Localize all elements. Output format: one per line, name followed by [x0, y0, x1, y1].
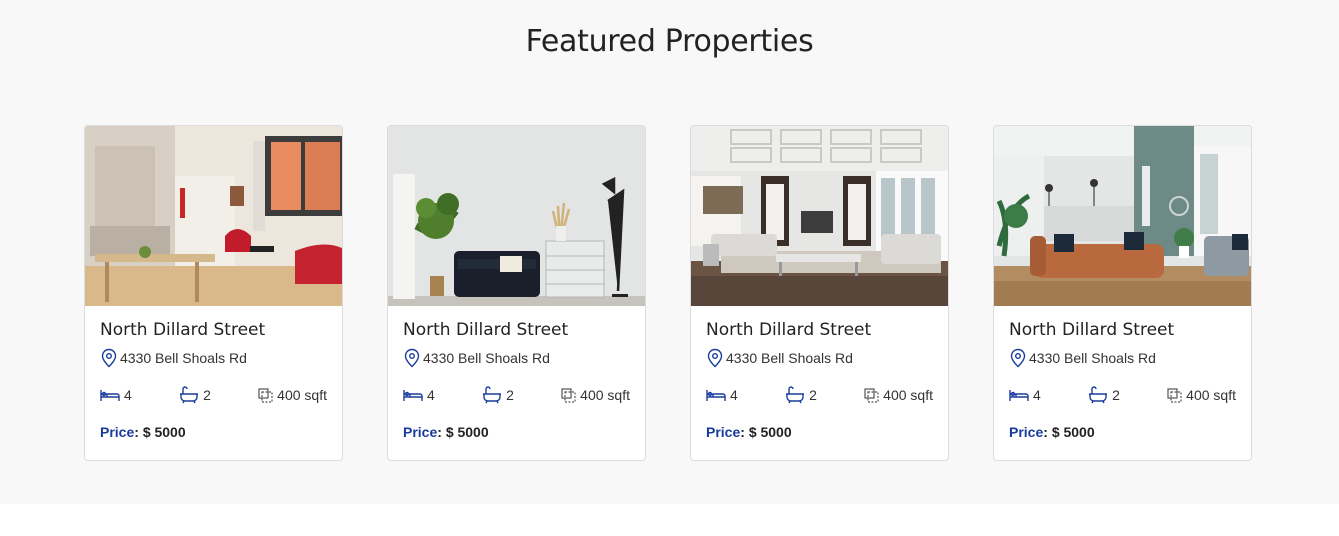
property-address: 4330 Bell Shoals Rd [403, 348, 630, 368]
area-feature: 400 sqft [864, 386, 933, 404]
property-card[interactable]: North Dillard Street 4330 Bell Shoals Rd… [993, 125, 1252, 461]
beds-feature: 4 [403, 386, 435, 404]
bathtub-icon [1088, 386, 1108, 404]
property-name[interactable]: North Dillard Street [100, 320, 327, 342]
area-feature: 400 sqft [1167, 386, 1236, 404]
baths-count: 2 [203, 387, 211, 403]
property-card[interactable]: North Dillard Street 4330 Bell Shoals Rd… [690, 125, 949, 461]
baths-feature: 2 [482, 386, 514, 404]
property-name[interactable]: North Dillard Street [1009, 320, 1236, 342]
property-features: 4 2 400 sqft [1009, 386, 1236, 404]
bed-icon [100, 388, 120, 402]
map-pin-icon [403, 348, 421, 368]
property-price: Price: $ 5000 [100, 424, 186, 440]
baths-feature: 2 [1088, 386, 1120, 404]
featured-properties-section: Featured Properties North Dillard Street… [0, 0, 1339, 504]
price-value: $ 5000 [748, 424, 792, 440]
area-feature: 400 sqft [561, 386, 630, 404]
property-photo[interactable] [994, 126, 1251, 306]
baths-feature: 2 [785, 386, 817, 404]
property-price: Price: $ 5000 [403, 424, 489, 440]
address-text: 4330 Bell Shoals Rd [423, 350, 550, 366]
address-text: 4330 Bell Shoals Rd [726, 350, 853, 366]
property-name[interactable]: North Dillard Street [403, 320, 630, 342]
price-label: Price [1009, 424, 1044, 440]
property-address: 4330 Bell Shoals Rd [1009, 348, 1236, 368]
property-price: Price: $ 5000 [706, 424, 792, 440]
area-icon [1167, 387, 1182, 403]
beds-feature: 4 [706, 386, 738, 404]
baths-count: 2 [809, 387, 817, 403]
area-value: 400 sqft [1186, 387, 1236, 403]
baths-feature: 2 [179, 386, 211, 404]
price-label: Price [100, 424, 135, 440]
map-pin-icon [706, 348, 724, 368]
property-photo[interactable] [691, 126, 948, 306]
property-features: 4 2 400 sqft [100, 386, 327, 404]
property-address: 4330 Bell Shoals Rd [706, 348, 933, 368]
area-icon [864, 387, 879, 403]
property-photo[interactable] [85, 126, 342, 306]
price-value: $ 5000 [445, 424, 489, 440]
area-value: 400 sqft [883, 387, 933, 403]
beds-feature: 4 [100, 386, 132, 404]
area-value: 400 sqft [277, 387, 327, 403]
area-feature: 400 sqft [258, 386, 327, 404]
property-price: Price: $ 5000 [1009, 424, 1095, 440]
price-label: Price [706, 424, 741, 440]
bathtub-icon [179, 386, 199, 404]
bed-icon [706, 388, 726, 402]
property-features: 4 2 400 sqft [403, 386, 630, 404]
property-card[interactable]: North Dillard Street 4330 Bell Shoals Rd… [84, 125, 343, 461]
baths-count: 2 [506, 387, 514, 403]
baths-count: 2 [1112, 387, 1120, 403]
bed-icon [1009, 388, 1029, 402]
price-label: Price [403, 424, 438, 440]
property-name[interactable]: North Dillard Street [706, 320, 933, 342]
area-icon [561, 387, 576, 403]
property-card[interactable]: North Dillard Street 4330 Bell Shoals Rd… [387, 125, 646, 461]
property-card-list: North Dillard Street 4330 Bell Shoals Rd… [84, 125, 1252, 461]
property-address: 4330 Bell Shoals Rd [100, 348, 327, 368]
bed-icon [403, 388, 423, 402]
beds-count: 4 [730, 387, 738, 403]
area-value: 400 sqft [580, 387, 630, 403]
beds-count: 4 [427, 387, 435, 403]
beds-feature: 4 [1009, 386, 1041, 404]
price-value: $ 5000 [1051, 424, 1095, 440]
price-value: $ 5000 [142, 424, 186, 440]
beds-count: 4 [124, 387, 132, 403]
address-text: 4330 Bell Shoals Rd [1029, 350, 1156, 366]
area-icon [258, 387, 273, 403]
bathtub-icon [785, 386, 805, 404]
property-photo[interactable] [388, 126, 645, 306]
map-pin-icon [1009, 348, 1027, 368]
property-features: 4 2 400 sqft [706, 386, 933, 404]
section-title: Featured Properties [525, 24, 814, 59]
address-text: 4330 Bell Shoals Rd [120, 350, 247, 366]
beds-count: 4 [1033, 387, 1041, 403]
bathtub-icon [482, 386, 502, 404]
map-pin-icon [100, 348, 118, 368]
